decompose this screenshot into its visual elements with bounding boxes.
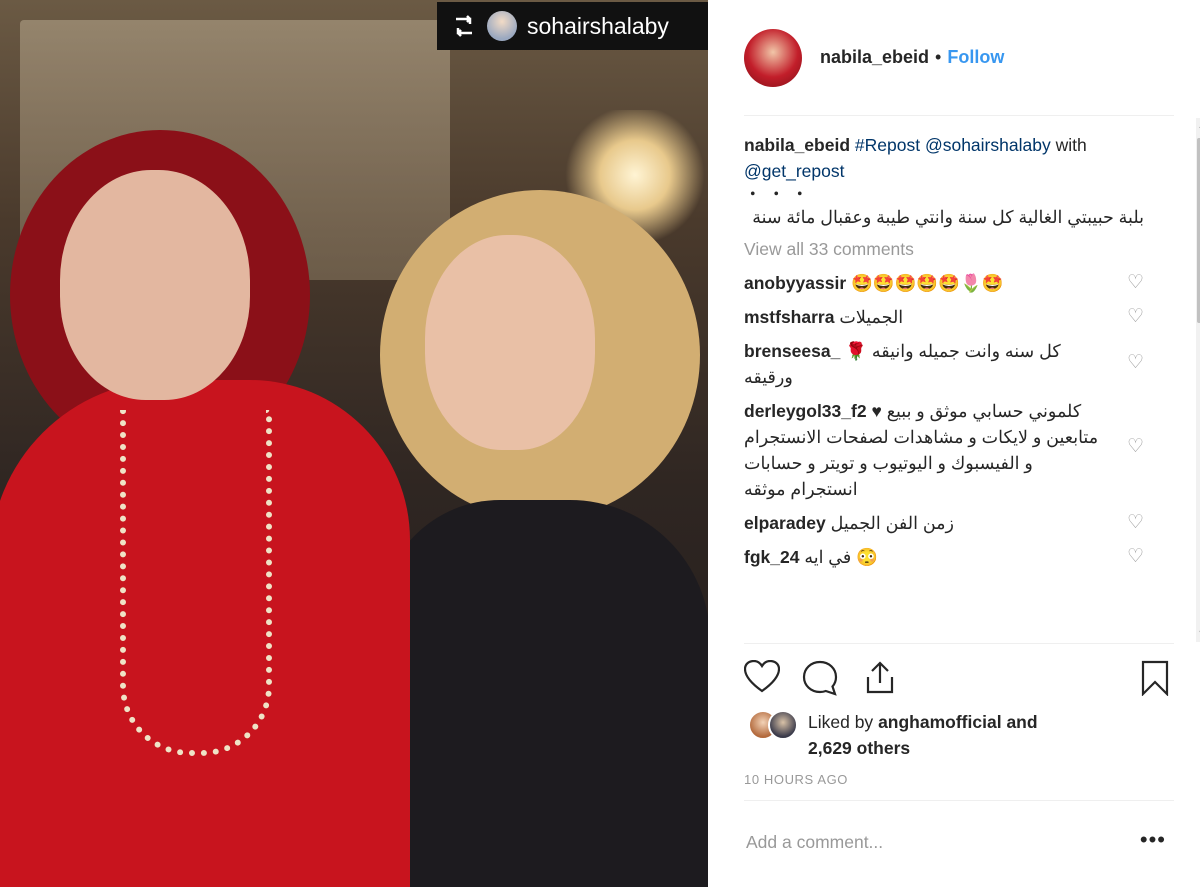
caption-username[interactable]: nabila_ebeid: [744, 135, 850, 155]
comment-item: elparadey زمن الفن الجميل ♡: [744, 510, 1144, 536]
caption-hashtag[interactable]: #Repost: [855, 135, 920, 155]
comment-item: brenseesa_ كل سنه وانت جميله وانيقه 🌹 ور…: [744, 338, 1144, 390]
post-photo[interactable]: sohairshalaby: [0, 0, 708, 887]
post-header: nabila_ebeid • Follow: [744, 0, 1174, 116]
comment-item: derleygol33_f2 ♥ كلموني حسابي موثق و ببي…: [744, 398, 1144, 502]
comment-text: زمن الفن الجميل: [830, 513, 954, 533]
liker-avatar[interactable]: [768, 710, 798, 740]
comment-username[interactable]: brenseesa_: [744, 341, 840, 361]
repost-avatar: [487, 11, 517, 41]
likes-prefix: Liked by: [808, 712, 874, 732]
comment-username[interactable]: anobyyassir: [744, 273, 846, 293]
likes-and: and: [1006, 712, 1038, 732]
post-sidebar: nabila_ebeid • Follow nabila_ebeid #Repo…: [708, 0, 1200, 887]
comment-username[interactable]: elparadey: [744, 513, 826, 533]
post-timestamp[interactable]: 10 HOURS AGO: [744, 772, 848, 787]
likes-others-link[interactable]: 2,629 others: [808, 738, 910, 758]
caption-with: with: [1055, 135, 1087, 155]
photo-person-right-dress: [380, 500, 708, 887]
comment-like-heart-icon[interactable]: ♡: [1127, 544, 1144, 570]
comment-text: في ايه 😳: [804, 547, 878, 567]
caption: nabila_ebeid #Repost @sohairshalaby with…: [744, 132, 1144, 230]
comment-like-heart-icon[interactable]: ♡: [1127, 434, 1144, 460]
like-heart-icon[interactable]: [744, 660, 780, 694]
caption-mention[interactable]: @sohairshalaby: [925, 135, 1051, 155]
comment-icon[interactable]: [802, 660, 838, 696]
author-avatar[interactable]: [744, 28, 802, 87]
caption-ellipsis: ・・・: [744, 184, 815, 204]
add-comment-input[interactable]: [744, 831, 1128, 854]
repost-badge: sohairshalaby: [437, 2, 708, 50]
comments-section[interactable]: nabila_ebeid #Repost @sohairshalaby with…: [744, 130, 1144, 640]
comment-like-heart-icon[interactable]: ♡: [1127, 510, 1144, 536]
comments-scrollbar[interactable]: ▲ ▼: [1196, 118, 1200, 642]
add-comment-bar: •••: [744, 800, 1174, 887]
follow-button[interactable]: Follow: [947, 47, 1004, 68]
comment-item: anobyyassir 🤩🤩🤩🤩🤩🌷🤩 ♡: [744, 270, 1144, 296]
author-username[interactable]: nabila_ebeid: [820, 47, 929, 68]
comment-username[interactable]: derleygol33_f2: [744, 401, 867, 421]
caption-text: بلبة حبيبتي الغالية كل سنة وانتي طيبة وع…: [752, 207, 1144, 227]
repost-username: sohairshalaby: [527, 12, 669, 39]
comment-text: الجميلات: [839, 307, 904, 327]
scroll-up-arrow-icon[interactable]: ▲: [1196, 120, 1200, 132]
bookmark-icon[interactable]: [1140, 660, 1170, 696]
header-separator: •: [935, 47, 942, 67]
share-icon[interactable]: [862, 660, 898, 696]
comment-like-heart-icon[interactable]: ♡: [1127, 304, 1144, 330]
post-actions: [744, 643, 1174, 704]
repost-icon: [456, 15, 472, 37]
likes-text: Liked by anghamofficial and 2,629 others: [808, 709, 1038, 761]
comment-username[interactable]: mstfsharra: [744, 307, 834, 327]
comment-like-heart-icon[interactable]: ♡: [1127, 270, 1144, 296]
comment-like-heart-icon[interactable]: ♡: [1127, 350, 1144, 376]
photo-pearl-necklace: [120, 410, 272, 756]
caption-via-mention[interactable]: @get_repost: [744, 161, 844, 181]
comment-text: 🤩🤩🤩🤩🤩🌷🤩: [851, 273, 1004, 293]
liker-username[interactable]: anghamofficial: [878, 712, 1002, 732]
photo-person-right-face: [425, 235, 595, 450]
comment-item: mstfsharra الجميلات ♡: [744, 304, 1144, 330]
comment-item: fgk_24 في ايه 😳 ♡: [744, 544, 1144, 570]
scroll-down-arrow-icon[interactable]: ▼: [1196, 628, 1200, 640]
likes-section: Liked by anghamofficial and 2,629 others: [744, 706, 1174, 766]
more-options-icon[interactable]: •••: [1140, 827, 1166, 853]
comment-username[interactable]: fgk_24: [744, 547, 799, 567]
photo-person-left-face: [60, 170, 250, 400]
view-all-comments-link[interactable]: View all 33 comments: [744, 236, 1144, 262]
